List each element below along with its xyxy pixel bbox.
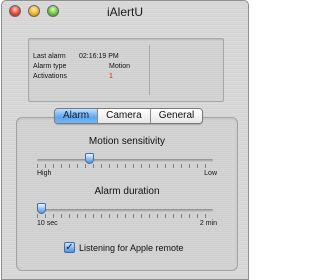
motion-slider-knob[interactable] xyxy=(85,153,94,164)
apple-remote-label: Listening for Apple remote xyxy=(79,242,184,253)
duration-slider-track xyxy=(37,209,213,212)
duration-max-label: 2 min xyxy=(199,220,217,227)
status-divider xyxy=(149,45,150,95)
activations-label: Activations xyxy=(33,73,67,80)
window-title: iAlertU xyxy=(106,5,143,19)
apple-remote-option[interactable]: ✓ Listening for Apple remote xyxy=(64,242,184,253)
alarm-duration-slider[interactable] xyxy=(37,202,213,218)
motion-slider-track xyxy=(37,159,213,162)
tab-camera[interactable]: Camera xyxy=(98,109,151,123)
app-window: iAlertU Last alarm 02:16:19 PM Alarm typ… xyxy=(1,0,249,280)
alarm-duration-label: Alarm duration xyxy=(94,186,160,197)
duration-slider-ticks xyxy=(37,214,213,218)
duration-min-label: 10 sec xyxy=(37,220,58,227)
tab-alarm[interactable]: Alarm xyxy=(55,109,99,123)
motion-sensitivity-slider[interactable] xyxy=(37,152,213,168)
activations-value: 1 xyxy=(109,73,113,80)
motion-max-label: Low xyxy=(204,170,217,177)
last-alarm-label: Last alarm xyxy=(33,53,66,60)
status-panel: Last alarm 02:16:19 PM Alarm type Motion… xyxy=(28,38,224,102)
duration-slider-knob[interactable] xyxy=(37,203,46,214)
tab-bar: Alarm Camera General xyxy=(54,108,204,124)
alarm-type-value: Motion xyxy=(109,63,131,70)
motion-slider-ticks xyxy=(37,164,213,168)
last-alarm-value: 02:16:19 PM xyxy=(79,53,119,60)
title-bar: iAlertU xyxy=(2,1,248,23)
motion-min-label: High xyxy=(37,170,52,177)
apple-remote-checkbox[interactable]: ✓ xyxy=(64,242,75,253)
activations-row: Activations 1 xyxy=(33,73,113,80)
motion-sensitivity-label: Motion sensitivity xyxy=(88,136,166,147)
alarm-type-label: Alarm type xyxy=(33,63,67,70)
alarm-type-row: Alarm type Motion xyxy=(33,63,130,70)
tab-general[interactable]: General xyxy=(150,109,203,123)
last-alarm-row: Last alarm 02:16:19 PM xyxy=(33,53,119,60)
